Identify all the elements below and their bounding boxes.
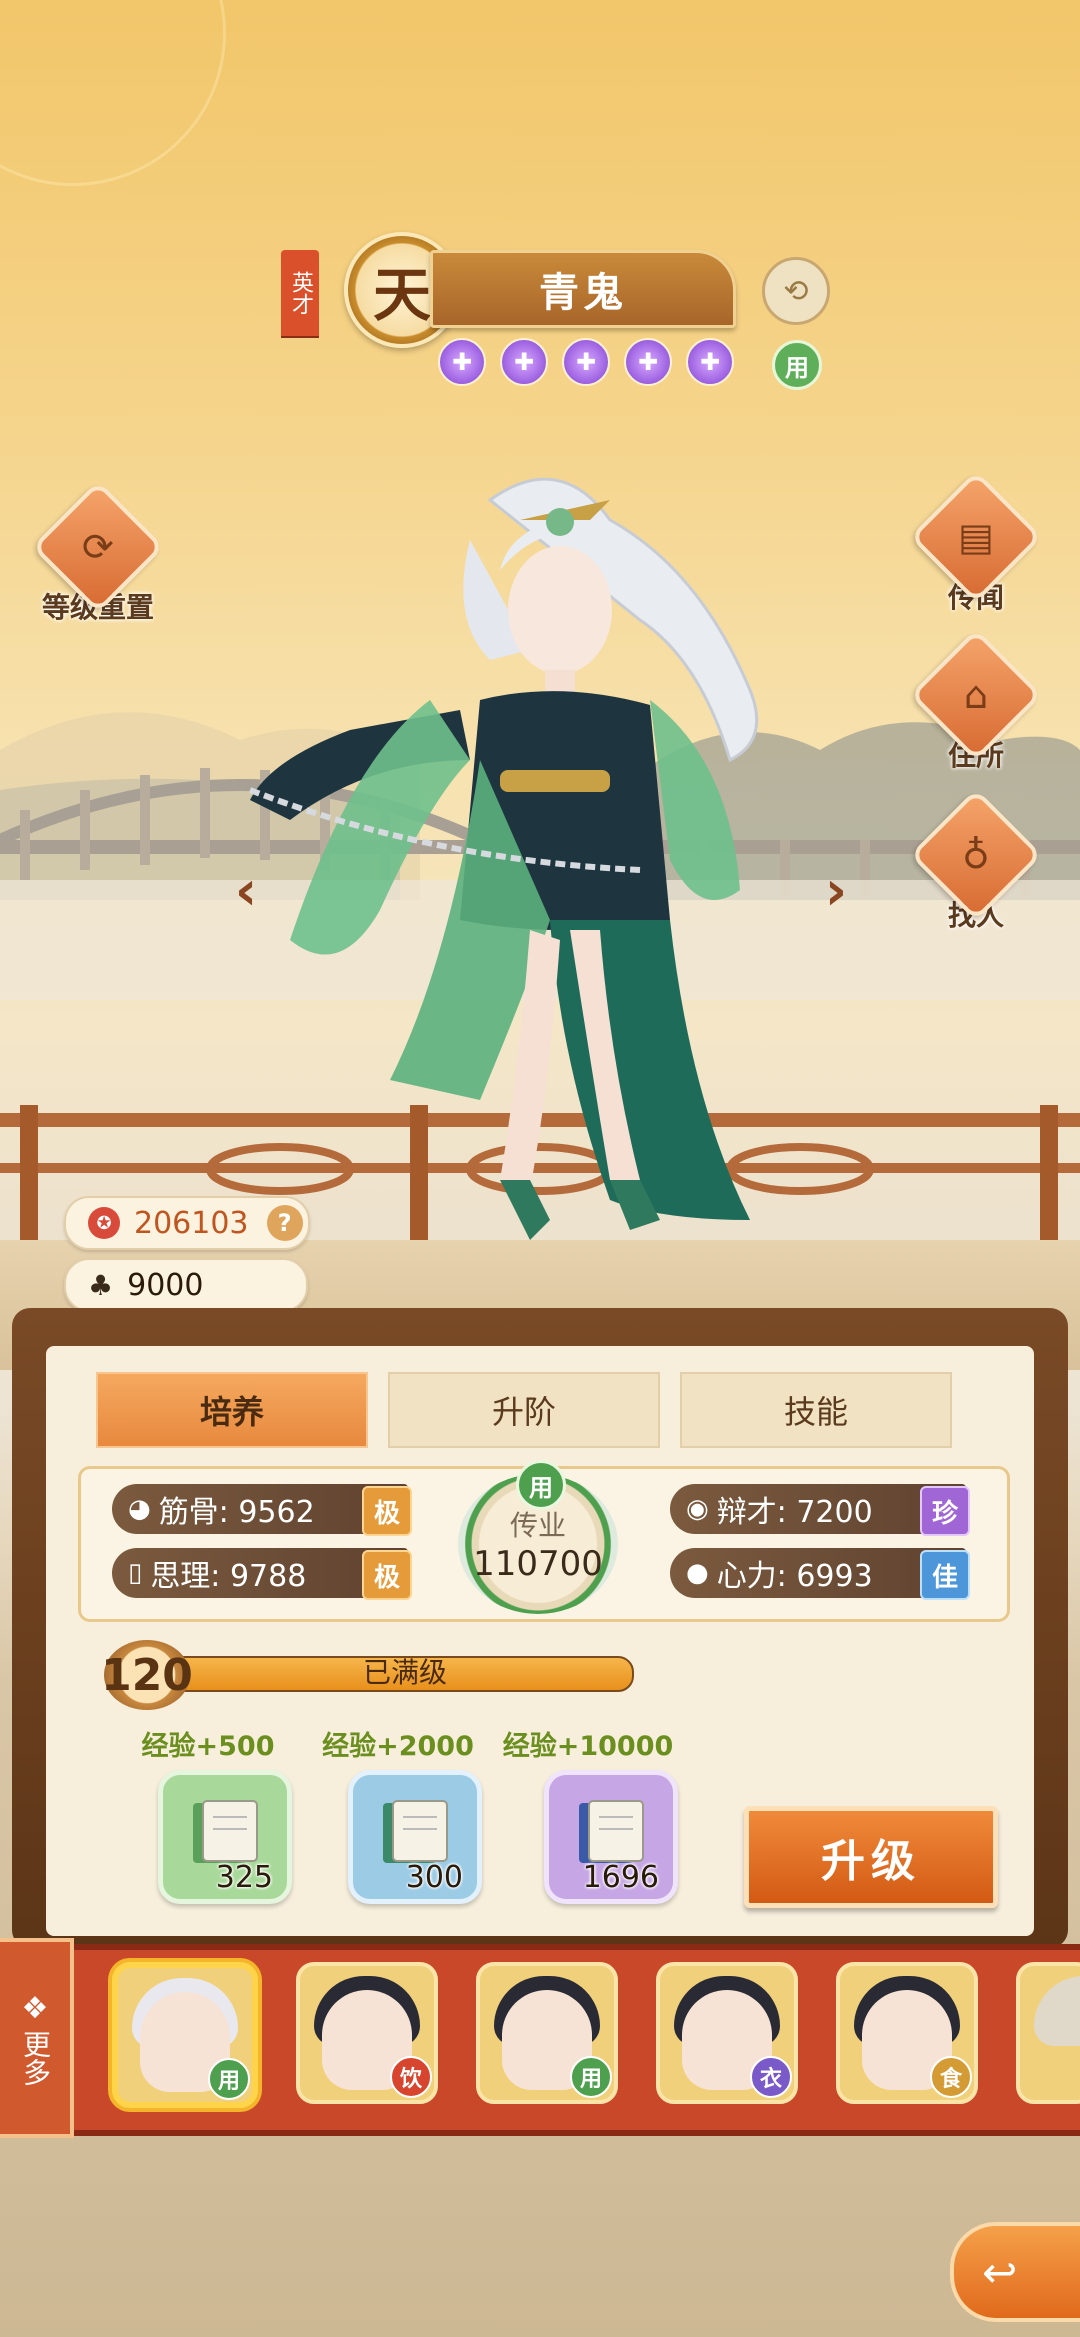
previous-character-button[interactable]: ‹ bbox=[218, 859, 274, 922]
role-badge: 用 bbox=[208, 2058, 250, 2100]
stat-jingu: ◕ 筋骨: 9562 极 bbox=[112, 1484, 412, 1536]
back-button[interactable]: ↩ bbox=[950, 2222, 1080, 2322]
status-badge: 用 bbox=[772, 340, 822, 390]
role-badge: 饮 bbox=[390, 2056, 432, 2098]
eye-icon: ◉ bbox=[686, 1494, 709, 1524]
find-person-button[interactable]: ♁ 找人 bbox=[909, 788, 1043, 934]
diamond-grid-icon: ❖ bbox=[21, 1990, 49, 2026]
house-icon: ⌂ bbox=[963, 673, 989, 717]
star-icon: ✚ bbox=[624, 338, 672, 386]
next-character-button[interactable]: › bbox=[808, 859, 864, 922]
stat-xinli: ● 心力: 6993 佳 bbox=[670, 1548, 970, 1600]
tab-skills[interactable]: 技能 bbox=[680, 1372, 952, 1448]
more-button[interactable]: ❖ 更多 bbox=[0, 1938, 74, 2138]
back-arrow-icon: ↩ bbox=[982, 2247, 1018, 2297]
exp-book-icon bbox=[579, 1800, 644, 1863]
roster-portrait[interactable]: 衣 bbox=[656, 1962, 798, 2104]
muscle-icon: ◕ bbox=[128, 1494, 151, 1524]
item-count: 300 bbox=[405, 1860, 463, 1895]
role-badge: 衣 bbox=[750, 2056, 792, 2098]
character-name: 青鬼 bbox=[430, 250, 736, 328]
exp-book-icon bbox=[383, 1800, 448, 1863]
exp-item-small[interactable]: 325 bbox=[158, 1770, 292, 1904]
item-count: 325 bbox=[215, 1860, 273, 1895]
legacy-status-badge: 用 bbox=[516, 1460, 566, 1510]
grade-badge: 极 bbox=[362, 1486, 412, 1536]
stat-sili: ▯ 思理: 9788 极 bbox=[112, 1548, 412, 1600]
star-icon: ✚ bbox=[500, 338, 548, 386]
role-badge: 用 bbox=[570, 2056, 612, 2098]
coin-value: 206103 bbox=[134, 1205, 249, 1241]
star-icon: ✚ bbox=[562, 338, 610, 386]
coin-counter: ✪ 206103 ? bbox=[64, 1196, 310, 1250]
item-count: 1696 bbox=[582, 1860, 659, 1895]
roster-portrait-partial[interactable] bbox=[1016, 1962, 1080, 2104]
character-illustration bbox=[248, 477, 759, 1240]
grade-badge: 佳 bbox=[920, 1550, 970, 1600]
panel-tabs: 培养 升阶 技能 bbox=[96, 1372, 952, 1448]
stat-biancai: ◉ 辩才: 7200 珍 bbox=[670, 1484, 970, 1536]
population-counter: ♣ 9000 bbox=[64, 1258, 308, 1312]
population-value: 9000 bbox=[127, 1267, 204, 1303]
upgrade-button[interactable]: 升级 bbox=[744, 1806, 998, 1908]
star-rating: ✚ ✚ ✚ ✚ ✚ bbox=[438, 338, 734, 386]
legacy-value: 110700 bbox=[473, 1544, 603, 1584]
star-icon: ✚ bbox=[686, 338, 734, 386]
tab-promote[interactable]: 升阶 bbox=[388, 1372, 660, 1448]
grade-badge: 珍 bbox=[920, 1486, 970, 1536]
swap-icon[interactable]: ⟲ bbox=[762, 257, 830, 325]
role-badge: 食 bbox=[930, 2056, 972, 2098]
roster-portrait[interactable]: 食 bbox=[836, 1962, 978, 2104]
talent-tag: 英才 bbox=[281, 250, 319, 336]
stat-xinli-label: 心力: 6993 bbox=[716, 1559, 873, 1594]
roster-portrait[interactable]: 用 bbox=[476, 1962, 618, 2104]
search-person-icon: ♁ bbox=[962, 833, 990, 877]
residence-button[interactable]: ⌂ 住所 bbox=[909, 628, 1043, 774]
stat-sili-label: 思理: 9788 bbox=[150, 1559, 307, 1594]
exp-item-large[interactable]: 1696 bbox=[544, 1770, 678, 1904]
legacy-title: 传业 bbox=[509, 1509, 566, 1542]
exp-label-large: 经验+10000 bbox=[502, 1731, 674, 1762]
exp-book-icon bbox=[193, 1800, 258, 1863]
exp-item-medium[interactable]: 300 bbox=[348, 1770, 482, 1904]
more-label: 更多 bbox=[19, 2029, 52, 2086]
exp-label-medium: 经验+2000 bbox=[322, 1731, 474, 1762]
game-screen: 英才 天 青鬼 ⟲ ✚ ✚ ✚ ✚ ✚ 用 ⟳ 等级重置 ▤ 传闻 ⌂ 住所 ♁… bbox=[0, 0, 1080, 2337]
book-icon: ▯ bbox=[128, 1558, 143, 1588]
tab-train[interactable]: 培养 bbox=[96, 1372, 368, 1448]
rumor-button[interactable]: ▤ 传闻 bbox=[909, 470, 1043, 616]
level-reset-button[interactable]: ⟳ 等级重置 bbox=[31, 480, 165, 626]
level-badge: 120 bbox=[101, 1640, 193, 1710]
level-status: 已满级 bbox=[362, 1656, 447, 1689]
people-icon: ♣ bbox=[88, 1268, 114, 1302]
coin-icon: ✪ bbox=[88, 1207, 120, 1239]
roster-portrait[interactable]: 饮 bbox=[296, 1962, 438, 2104]
grade-badge: 极 bbox=[362, 1550, 412, 1600]
reset-icon: ⟳ bbox=[82, 525, 114, 569]
stat-jingu-label: 筋骨: 9562 bbox=[158, 1495, 315, 1530]
scroll-icon: ▤ bbox=[958, 515, 994, 559]
help-icon[interactable]: ? bbox=[266, 1205, 303, 1241]
exp-label-small: 经验+500 bbox=[141, 1731, 275, 1762]
sky-decoration bbox=[0, 0, 226, 186]
star-icon: ✚ bbox=[438, 338, 486, 386]
heart-icon: ● bbox=[686, 1558, 709, 1588]
stat-biancai-label: 辩才: 7200 bbox=[716, 1495, 873, 1530]
roster-portrait[interactable]: 用 bbox=[112, 1962, 258, 2108]
